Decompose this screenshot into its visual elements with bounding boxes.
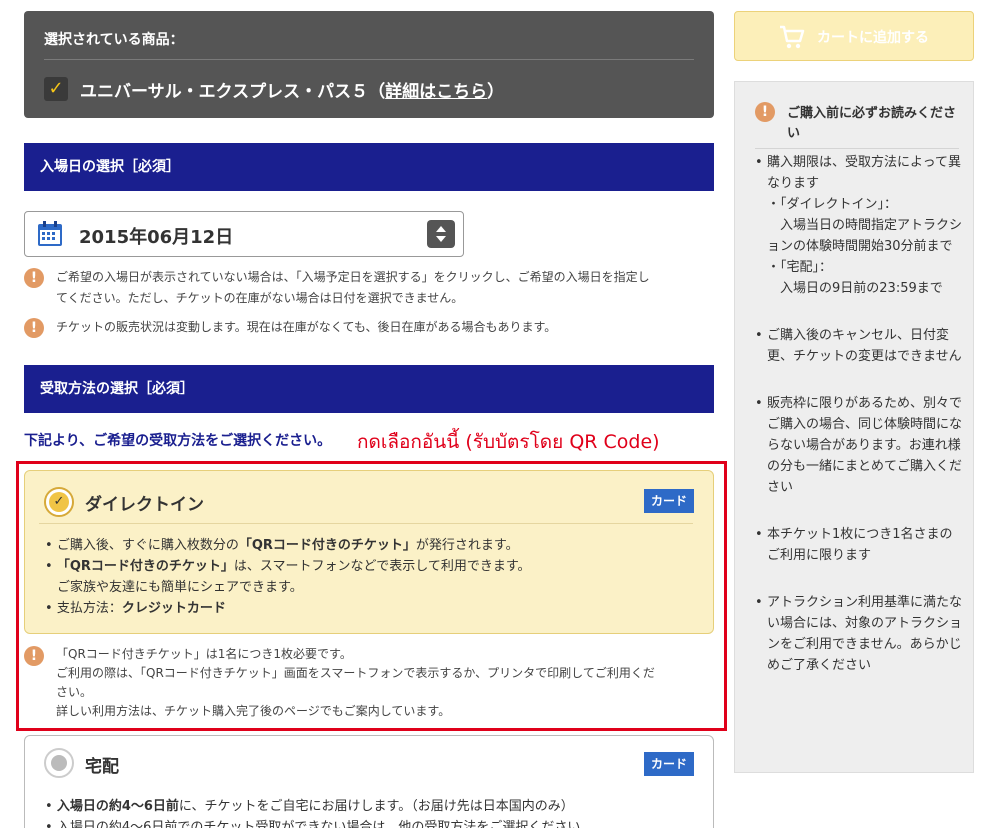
receive-section-title: 受取方法の選択［必須］: [24, 365, 714, 413]
list-item: 本チケット1枚につき1名さまのご利用に限ります: [755, 524, 965, 566]
product-name-suffix: ）: [487, 82, 505, 102]
date-section-title: 入場日の選択［必須］: [24, 143, 714, 191]
selected-product-panel: 選択されている商品： ✓ ユニバーサル・エクスプレス・パス５（詳細はこちら）: [24, 11, 714, 118]
product-name-prefix: ユニバーサル・エクスプレス・パス５（: [80, 82, 386, 102]
date-note-1-line1: ご希望の入場日が表示されていない場合は、「入場予定日を選択する」をクリックし、ご…: [56, 270, 650, 284]
list-item: • 入場日の約4〜6日前でのチケット受取ができない場合は、他の受取方法をご選択く…: [45, 820, 581, 828]
product-detail-link[interactable]: 詳細はこちら: [385, 82, 487, 102]
radio-selected[interactable]: ✓: [44, 487, 74, 517]
list-item: • 支払方法：クレジットカード: [45, 601, 226, 616]
calendar-icon: [38, 221, 62, 246]
note-line: 「QRコード付きチケット」は1名につき1枚必要です。: [56, 647, 352, 661]
select-spinner-icon[interactable]: [427, 220, 455, 248]
divider: [755, 148, 959, 149]
exclamation-circle-icon: !: [24, 268, 44, 288]
notice-list: 購入期限は、受取方法によって異なります ・「ダイレクトイン」： 入場当日の時間指…: [755, 152, 965, 676]
list-item: 販売枠に限りがあるため、別々でご購入の場合、同じ体験時間にならない場合があります…: [755, 393, 965, 498]
date-note-2: チケットの販売状況は変動します。現在は在庫がなくても、後日在庫がある場合もありま…: [56, 320, 557, 334]
selected-date: 2015年06月12日: [79, 227, 234, 248]
list-item: アトラクション利用基準に満たない場合には、対象のアトラクションをご利用できません…: [755, 592, 965, 676]
notice-panel: ! ご購入前に必ずお読みください 購入期限は、受取方法によって異なります ・「ダ…: [734, 81, 974, 773]
add-to-cart-label: カートに追加する: [817, 30, 929, 46]
option-direct-in[interactable]: ✓ ダイレクトイン カード • ご購入後、すぐに購入枚数分の「QRコード付きのチ…: [24, 470, 714, 634]
option-delivery[interactable]: 宅配 カード • 入場日の約4〜6日前に、チケットをご自宅にお届けします。（お届…: [24, 735, 714, 828]
list-item: • ご購入後、すぐに購入枚数分の「QRコード付きのチケット」が発行されます。: [45, 538, 519, 553]
option-bullets: • 入場日の約4〜6日前に、チケットをご自宅にお届けします。（お届け先は日本国内…: [45, 796, 580, 828]
exclamation-circle-icon: !: [24, 318, 44, 338]
divider: [39, 523, 693, 524]
radio-unselected[interactable]: [44, 748, 74, 778]
note-line: さい。: [56, 685, 93, 699]
receive-intro: 下記より、ご希望の受取方法をご選択ください。: [24, 433, 332, 449]
date-select[interactable]: 2015年06月12日: [24, 211, 464, 257]
list-item: • 入場日の約4〜6日前に、チケットをご自宅にお届けします。（お届け先は日本国内…: [45, 799, 574, 814]
list-item-continued: ご家族や友達にも簡単にシェアできます。: [57, 580, 303, 595]
list-item: ご購入後のキャンセル、日付変更、チケットの変更はできません: [755, 325, 965, 367]
divider: [44, 59, 694, 60]
cart-icon: [780, 25, 805, 49]
card-badge: カード: [644, 489, 694, 513]
exclamation-circle-icon: !: [755, 102, 775, 122]
notice-title: ご購入前に必ずお読みください: [787, 106, 957, 141]
note-line: ご利用の際は、「QRコード付きチケット」画面をスマートフォンで表示するか、プリン…: [56, 666, 655, 680]
radio-dot: [51, 755, 67, 771]
selected-product-header: 選択されている商品：: [44, 32, 184, 48]
date-note-1: ご希望の入場日が表示されていない場合は、「入場予定日を選択する」をクリックし、ご…: [56, 267, 716, 309]
date-note-1-line2: てください。ただし、チケットの在庫がない場合は日付を選択できません。: [56, 291, 464, 305]
card-badge: カード: [644, 752, 694, 776]
exclamation-circle-icon: !: [24, 646, 44, 666]
option-bullets: • ご購入後、すぐに購入枚数分の「QRコード付きのチケット」が発行されます。 •…: [45, 535, 531, 619]
annotation-text: กดเลือกอันนี้ (รับบัตรโดย QR Code): [357, 431, 660, 453]
option-title: 宅配: [85, 757, 119, 777]
add-to-cart-button[interactable]: カートに追加する: [734, 11, 974, 61]
direct-in-note: 「QRコード付きチケット」は1名につき1枚必要です。 ご利用の際は、「QRコード…: [56, 645, 716, 721]
option-title: ダイレクトイン: [85, 495, 204, 515]
check-icon: ✓: [49, 492, 69, 512]
list-item: • 「QRコード付きのチケット」は、スマートフォンなどで表示して利用できます。: [45, 559, 531, 574]
note-line: 詳しい利用方法は、チケット購入完了後のページでもご案内しています。: [56, 704, 451, 718]
list-item: 購入期限は、受取方法によって異なります ・「ダイレクトイン」： 入場当日の時間指…: [755, 152, 965, 299]
product-name: ユニバーサル・エクスプレス・パス５（詳細はこちら）: [80, 77, 504, 102]
check-icon[interactable]: ✓: [44, 77, 68, 101]
